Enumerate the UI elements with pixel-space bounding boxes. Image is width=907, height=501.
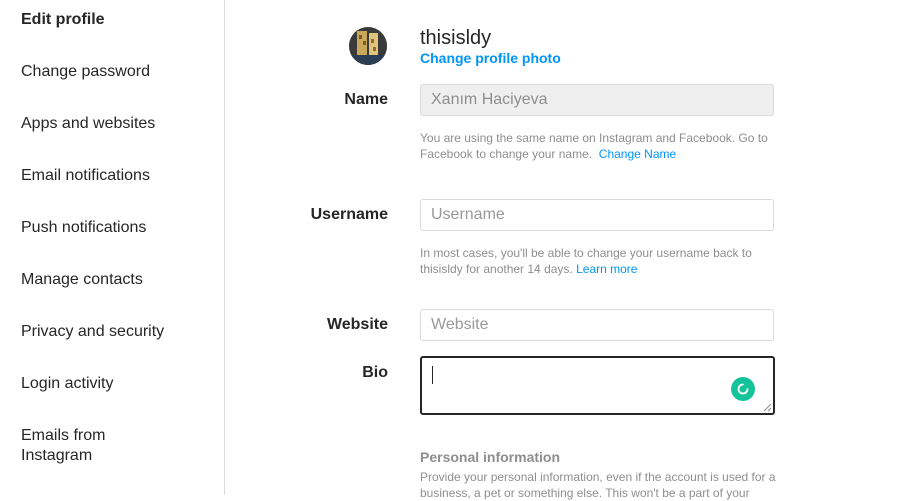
- sidebar-item-privacy-and-security[interactable]: Privacy and security: [21, 322, 164, 342]
- learn-more-link[interactable]: Learn more: [576, 262, 637, 276]
- bio-textarea[interactable]: [420, 356, 775, 415]
- settings-sidebar: Edit profile Change password Apps and we…: [0, 0, 225, 495]
- sidebar-item-change-password[interactable]: Change password: [21, 62, 150, 82]
- username-field[interactable]: Username: [420, 199, 774, 231]
- change-profile-photo-link[interactable]: Change profile photo: [420, 50, 561, 66]
- name-field: Xanım Haciyeva: [420, 84, 774, 116]
- profile-username: thisisldy: [420, 27, 492, 49]
- grammar-assistant-icon[interactable]: [731, 377, 755, 401]
- sidebar-item-apps-and-websites[interactable]: Apps and websites: [21, 114, 155, 134]
- sidebar-item-manage-contacts[interactable]: Manage contacts: [21, 270, 143, 290]
- sidebar-item-emails-from-instagram[interactable]: Emails from Instagram: [21, 426, 141, 466]
- change-name-link[interactable]: Change Name: [599, 147, 676, 161]
- website-label: Website: [326, 316, 388, 333]
- name-help-message: You are using the same name on Instagram…: [420, 131, 768, 161]
- resize-handle-icon[interactable]: [762, 402, 772, 412]
- sidebar-item-email-notifications[interactable]: Email notifications: [21, 166, 150, 186]
- bio-label: Bio: [362, 364, 388, 381]
- profile-avatar[interactable]: [349, 27, 387, 65]
- username-help-text: In most cases, you'll be able to change …: [420, 245, 776, 277]
- website-field[interactable]: Website: [420, 309, 774, 341]
- sidebar-item-push-notifications[interactable]: Push notifications: [21, 218, 146, 238]
- name-help-text: You are using the same name on Instagram…: [420, 130, 776, 162]
- personal-info-title: Personal information: [420, 449, 561, 465]
- username-label: Username: [310, 206, 388, 223]
- personal-info-text: Provide your personal information, even …: [420, 470, 776, 500]
- sidebar-item-login-activity[interactable]: Login activity: [21, 374, 114, 394]
- sidebar-item-edit-profile[interactable]: Edit profile: [21, 10, 105, 30]
- name-label: Name: [344, 91, 388, 108]
- text-caret: [432, 366, 433, 384]
